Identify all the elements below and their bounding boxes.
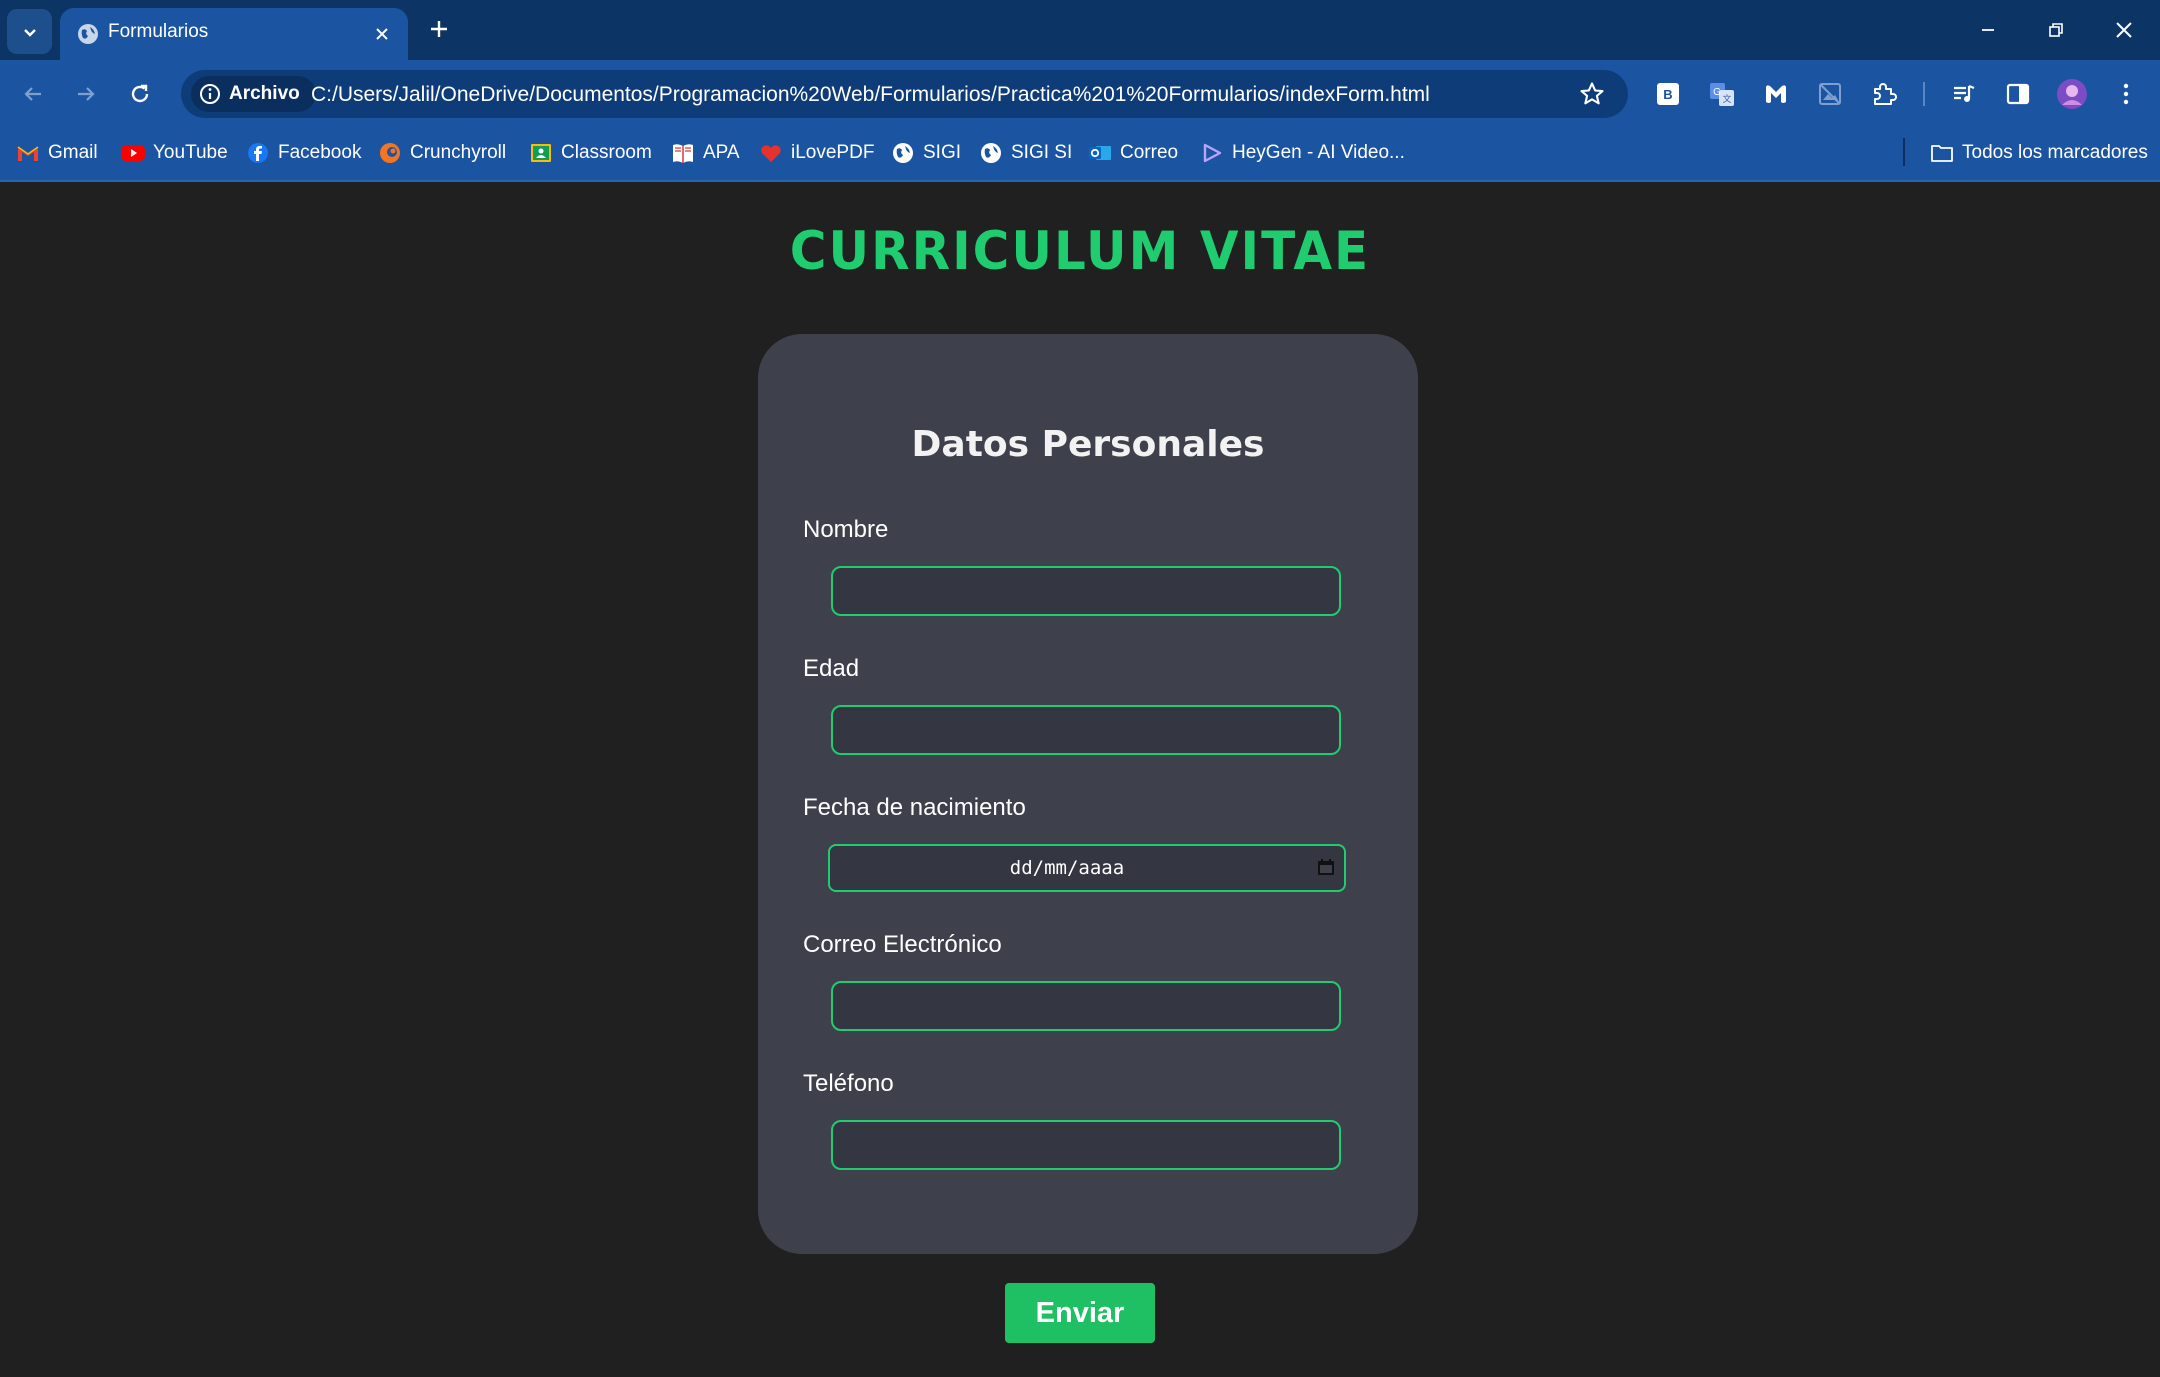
bookmarks-divider	[1903, 138, 1905, 166]
bitwarden-icon[interactable]: B	[1648, 74, 1688, 114]
reload-icon	[131, 84, 149, 103]
restore-button[interactable]	[2036, 14, 2076, 46]
book-icon	[671, 141, 695, 165]
fecha-nacimiento-input[interactable]: dd/mm/aaaa	[828, 844, 1346, 892]
bookmark-apa[interactable]: APA	[671, 138, 740, 168]
globe-icon	[78, 24, 98, 44]
nombre-input[interactable]	[831, 566, 1341, 616]
image-icon[interactable]	[1810, 74, 1850, 114]
url-text[interactable]: C:/Users/Jalil/OneDrive/Documentos/Progr…	[311, 83, 1430, 107]
page-title: CURRICULUM VITAE	[789, 220, 1371, 282]
browser-toolbar: Archivo C:/Users/Jalil/OneDrive/Document…	[0, 60, 2160, 128]
tab-search-button[interactable]	[7, 9, 52, 54]
bookmark-label: Facebook	[278, 142, 362, 163]
star-icon[interactable]	[1578, 80, 1606, 108]
classroom-icon	[529, 141, 553, 165]
bookmark-sigi[interactable]: SIGI	[891, 138, 961, 168]
active-tab[interactable]: Formularios	[60, 8, 408, 60]
form-card: Datos Personales Nombre Edad Fecha de na…	[758, 334, 1418, 1254]
arrow-left-icon	[24, 87, 41, 101]
bookmarks-bar: Gmail YouTube Facebook Crunchyroll Class…	[0, 128, 2160, 182]
bookmark-label: Correo	[1120, 142, 1179, 163]
bookmark-ilovepdf[interactable]: iLovePDF	[759, 138, 874, 168]
svg-text:G: G	[1713, 87, 1721, 98]
arrow-right-icon	[78, 87, 95, 101]
media-icon[interactable]	[1944, 74, 1984, 114]
outlook-icon	[1088, 141, 1112, 165]
back-button[interactable]	[13, 74, 53, 114]
fecha-nacimiento-label: Fecha de nacimiento	[803, 794, 1026, 821]
minimize-icon	[1982, 29, 1994, 31]
correo-input[interactable]	[831, 981, 1341, 1031]
bookmark-label: SIGI	[923, 142, 962, 163]
bookmark-gmail[interactable]: Gmail	[16, 138, 98, 168]
youtube-icon	[121, 141, 145, 165]
correo-label: Correo Electrónico	[803, 931, 1002, 958]
crunchyroll-icon	[378, 141, 402, 165]
globe-icon	[891, 141, 915, 165]
reload-button[interactable]	[120, 74, 160, 114]
address-bar[interactable]: Archivo C:/Users/Jalil/OneDrive/Document…	[181, 70, 1628, 118]
bookmark-label: iLovePDF	[791, 142, 875, 163]
bookmark-correo[interactable]: Correo	[1088, 138, 1178, 168]
more-menu-icon[interactable]	[2106, 74, 2146, 114]
date-placeholder: dd/mm/aaaa	[1009, 857, 1125, 879]
bookmark-classroom[interactable]: Classroom	[529, 138, 652, 168]
globe-icon	[979, 141, 1003, 165]
svg-text:B: B	[1663, 87, 1672, 102]
bookmark-label: APA	[703, 142, 740, 163]
bookmark-youtube[interactable]: YouTube	[121, 138, 228, 168]
plus-icon	[431, 21, 447, 37]
malwarebytes-icon[interactable]	[1756, 74, 1796, 114]
gmail-icon	[16, 141, 40, 165]
telefono-label: Teléfono	[803, 1070, 894, 1097]
site-info-chip[interactable]: Archivo	[191, 76, 316, 112]
bookmark-sigi-si[interactable]: SIGI SI	[979, 138, 1072, 168]
profile-avatar[interactable]	[2052, 74, 2092, 114]
info-icon	[200, 84, 220, 104]
close-icon	[2116, 22, 2132, 38]
edad-input[interactable]	[831, 705, 1341, 755]
restore-icon	[2049, 23, 2063, 37]
google-translate-icon[interactable]: G文	[1702, 74, 1742, 114]
section-title: Datos Personales	[911, 424, 1265, 465]
telefono-input[interactable]	[831, 1120, 1341, 1170]
close-window-button[interactable]	[2104, 14, 2144, 46]
bookmark-label: HeyGen - AI Video...	[1232, 142, 1405, 163]
svg-text:文: 文	[1722, 93, 1731, 104]
enviar-button[interactable]: Enviar	[1005, 1283, 1155, 1343]
nombre-label: Nombre	[803, 516, 889, 543]
bookmark-label: Classroom	[561, 142, 652, 163]
bookmark-label: YouTube	[153, 142, 228, 163]
all-bookmarks-label: Todos los marcadores	[1962, 142, 2148, 163]
bookmark-label: Crunchyroll	[410, 142, 507, 163]
all-bookmarks-button[interactable]: Todos los marcadores	[1930, 138, 2148, 168]
minimize-button[interactable]	[1968, 14, 2008, 46]
site-chip-label: Archivo	[229, 83, 300, 104]
tab-title: Formularios	[108, 21, 209, 42]
bookmark-crunchyroll[interactable]: Crunchyroll	[378, 138, 506, 168]
forward-button[interactable]	[66, 74, 106, 114]
ilovepdf-icon	[759, 141, 783, 165]
bookmark-facebook[interactable]: Facebook	[246, 138, 361, 168]
new-tab-button[interactable]	[424, 14, 454, 44]
close-tab-icon[interactable]	[370, 22, 394, 46]
tab-strip: Formularios	[0, 0, 2160, 60]
folder-icon	[1930, 141, 1954, 165]
calendar-icon[interactable]	[1316, 857, 1336, 877]
edad-label: Edad	[803, 655, 860, 682]
bookmark-label: SIGI SI	[1011, 142, 1073, 163]
toolbar-divider	[1923, 82, 1925, 106]
chevron-down-icon	[23, 28, 36, 37]
extensions-icon[interactable]	[1864, 74, 1904, 114]
side-panel-icon[interactable]	[1998, 74, 2038, 114]
bookmark-label: Gmail	[48, 142, 98, 163]
heygen-icon	[1200, 141, 1224, 165]
bookmark-heygen[interactable]: HeyGen - AI Video...	[1200, 138, 1405, 168]
facebook-icon	[246, 141, 270, 165]
